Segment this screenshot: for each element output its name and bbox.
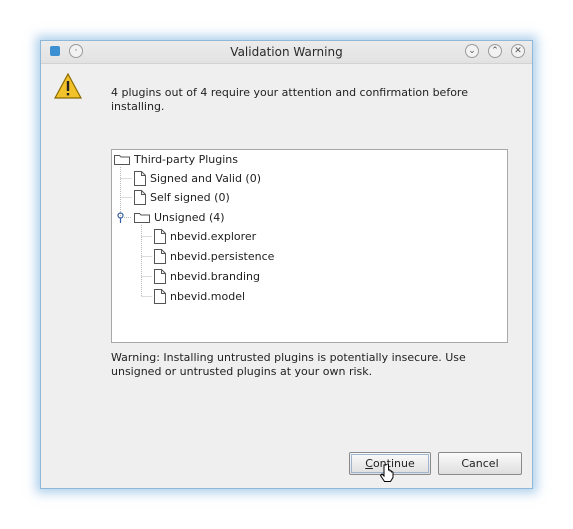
attention-message: 4 plugins out of 4 require your attentio…: [111, 86, 468, 113]
file-icon: [134, 170, 146, 186]
maximize-icon[interactable]: ⌃: [488, 44, 502, 58]
tree-leaf-label: nbevid.branding: [170, 269, 260, 283]
continue-mnemonic: C: [365, 457, 373, 470]
close-icon[interactable]: ✕: [511, 44, 525, 58]
tree-node-unsigned[interactable]: Unsigned (4): [134, 209, 225, 225]
expand-handle-icon[interactable]: [116, 212, 125, 223]
file-icon: [154, 228, 166, 244]
folder-icon: [114, 155, 130, 165]
tree-node-label: Signed and Valid (0): [150, 171, 262, 185]
window-title: Validation Warning: [230, 45, 343, 59]
validation-warning-dialog: · Validation Warning ⌄ ⌃ ✕ 4 plugins out…: [40, 40, 533, 489]
security-warning-text: Warning: Installing untrusted plugins is…: [111, 351, 466, 378]
file-icon: [154, 288, 166, 304]
mouse-pointer-icon: [380, 464, 394, 482]
folder-open-icon: [134, 213, 150, 223]
tree-leaf-label: nbevid.explorer: [170, 229, 257, 243]
tree-leaf-explorer[interactable]: nbevid.explorer: [154, 228, 256, 244]
tree-node-label: Unsigned (4): [154, 210, 225, 224]
tree-leaf-label: nbevid.persistence: [170, 249, 275, 263]
warning-icon: [53, 72, 83, 99]
tree-root-label: Third-party Plugins: [134, 152, 238, 166]
plugin-tree[interactable]: Third-party Plugins Signed and Valid (0)…: [111, 149, 508, 343]
tree-leaf-branding[interactable]: nbevid.branding: [154, 268, 260, 284]
tree-node-label: Self signed (0): [150, 190, 230, 204]
tree-node-signed-valid[interactable]: Signed and Valid (0): [134, 170, 261, 186]
file-icon: [134, 189, 146, 205]
minimize-icon[interactable]: ⌄: [465, 44, 479, 58]
tree-leaf-model[interactable]: nbevid.model: [154, 288, 245, 304]
tree-node-self-signed[interactable]: Self signed (0): [134, 189, 230, 205]
tree-root[interactable]: Third-party Plugins: [114, 151, 238, 167]
title-bar[interactable]: · Validation Warning ⌄ ⌃ ✕: [41, 41, 532, 64]
tree-leaf-label: nbevid.model: [170, 289, 246, 303]
tree-leaf-persistence[interactable]: nbevid.persistence: [154, 248, 274, 264]
cancel-button[interactable]: Cancel: [438, 452, 522, 475]
file-icon: [154, 248, 166, 264]
file-icon: [154, 268, 166, 284]
